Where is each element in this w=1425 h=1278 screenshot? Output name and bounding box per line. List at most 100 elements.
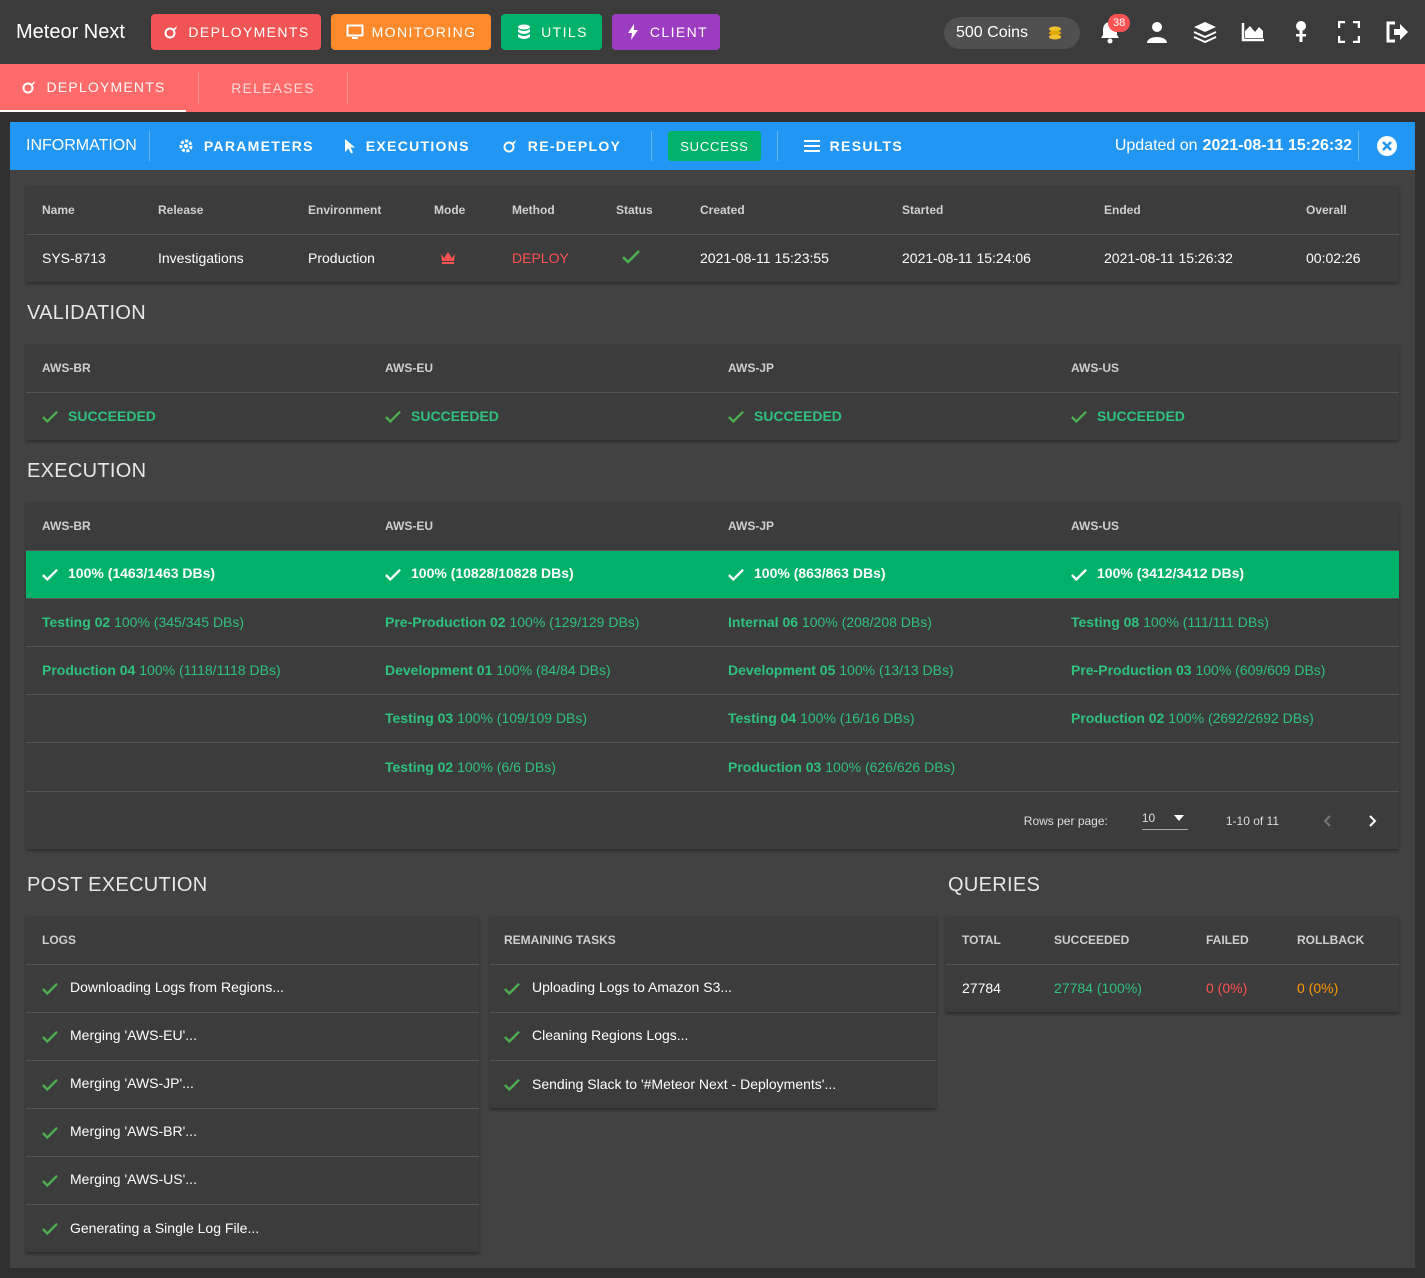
close-button[interactable] xyxy=(1377,136,1397,156)
environment-progress: 100% (109/109 DBs) xyxy=(457,710,588,726)
col-name: Name xyxy=(26,186,142,235)
execution-cell: Internal 06 100% (208/208 DBs) xyxy=(712,598,1055,647)
environment-progress: 100% (2692/2692 DBs) xyxy=(1168,710,1314,726)
validation-cell: SUCCEEDED xyxy=(369,392,712,440)
table-row: Testing 02 100% (6/6 DBs) Production 03 … xyxy=(26,742,1399,792)
execution-total: 100% (863/863 DBs) xyxy=(754,565,886,582)
col-environment: Environment xyxy=(292,186,418,235)
nav-client-button[interactable]: Client xyxy=(612,14,720,50)
log-text: Merging 'AWS-EU'... xyxy=(70,1027,197,1044)
section-tabs: Deployments Releases xyxy=(0,64,1425,112)
notifications-button[interactable]: 38 xyxy=(1094,14,1131,48)
environment-name: Testing 03 xyxy=(385,710,454,726)
rocket-icon xyxy=(21,79,37,95)
environment-progress: 100% (111/111 DBs) xyxy=(1143,614,1269,630)
remaining-tasks-table: REMAINING TASKS Uploading Logs to Amazon… xyxy=(490,916,936,1108)
table-row: SYS-8713 Investigations Production DEPLO… xyxy=(26,234,1399,282)
rows-per-page-select[interactable]: 10 xyxy=(1141,811,1188,830)
col-failed: FAILED xyxy=(1190,916,1281,965)
col-method: Method xyxy=(496,186,600,235)
close-circle-icon xyxy=(1377,136,1397,156)
queries-rollback: 0 (0%) xyxy=(1297,980,1339,997)
environment-name: Development 05 xyxy=(728,662,836,678)
table-header-row: AWS-BR AWS-EU AWS-JP AWS-US xyxy=(26,344,1399,393)
nav-utils-button[interactable]: Utils xyxy=(501,14,602,50)
queries-failed: 0 (0%) xyxy=(1206,980,1248,997)
table-header-row: LOGS xyxy=(26,916,479,965)
bolt-icon xyxy=(624,23,642,41)
nav-deployments-button[interactable]: Deployments xyxy=(151,14,321,50)
col-status: Status xyxy=(600,186,684,235)
tab-deployments[interactable]: Deployments xyxy=(0,64,186,112)
task-cell: Cleaning Regions Logs... xyxy=(490,1012,936,1061)
redeploy-button[interactable]: RE-DEPLOY xyxy=(490,128,633,164)
validation-status: SUCCEEDED xyxy=(411,407,499,424)
info-table: Name Release Environment Mode Method Sta… xyxy=(26,186,1399,282)
toolbar-divider xyxy=(148,131,150,161)
table-header-row: REMAINING TASKS xyxy=(490,916,936,965)
col-started: Started xyxy=(886,186,1088,235)
list-item: Downloading Logs from Regions... xyxy=(26,964,479,1013)
next-page-button[interactable] xyxy=(1369,814,1377,827)
rows-per-page-label: Rows per page: xyxy=(1023,813,1108,828)
check-icon xyxy=(1071,568,1087,581)
layers-icon xyxy=(1193,22,1217,43)
redeploy-label: RE-DEPLOY xyxy=(527,138,622,154)
col-overall: Overall xyxy=(1290,186,1399,235)
tasks-header: REMAINING TASKS xyxy=(490,916,936,965)
check-icon xyxy=(42,568,58,581)
pin-button[interactable] xyxy=(1285,16,1317,48)
results-button[interactable]: RESULTS xyxy=(792,128,915,164)
executions-label: EXECUTIONS xyxy=(365,138,470,154)
table-header-row: AWS-BR AWS-EU AWS-JP AWS-US xyxy=(26,502,1399,551)
nav-monitoring-button[interactable]: Monitoring xyxy=(331,14,491,50)
table-header-row: Name Release Environment Mode Method Sta… xyxy=(26,186,1399,235)
task-text: Sending Slack to '#Meteor Next - Deploym… xyxy=(532,1075,837,1092)
queries-total: 27784 xyxy=(962,980,1001,997)
updated-on: Updated on 2021-08-11 15:26:32 xyxy=(1115,122,1352,170)
parameters-button[interactable]: PARAMETERS xyxy=(166,128,326,164)
execution-cell: Production 02 100% (2692/2692 DBs) xyxy=(1055,694,1399,743)
log-cell: Merging 'AWS-BR'... xyxy=(26,1108,479,1157)
validation-cell: SUCCEEDED xyxy=(26,392,369,440)
layers-button[interactable] xyxy=(1189,16,1221,48)
analytics-button[interactable] xyxy=(1237,16,1269,48)
logout-button[interactable] xyxy=(1381,16,1413,48)
execution-cell xyxy=(26,694,369,743)
environment-name: Production 03 xyxy=(728,758,822,775)
environment-progress: 100% (609/609 DBs) xyxy=(1195,662,1326,678)
executions-button[interactable]: EXECUTIONS xyxy=(332,128,482,164)
execution-card: AWS-BR AWS-EU AWS-JP AWS-US 100% (1463/1… xyxy=(26,502,1399,849)
execution-cell: Testing 02 100% (345/345 DBs) xyxy=(26,598,369,647)
col-created: Created xyxy=(684,186,886,235)
execution-cell: Testing 02 100% (6/6 DBs) xyxy=(369,742,712,792)
app-bar: Meteor Next Deployments Monitoring Utils… xyxy=(0,0,1425,64)
post-execution-title: POST EXECUTION xyxy=(27,874,208,896)
check-icon xyxy=(504,1030,520,1043)
tab-divider xyxy=(347,72,348,104)
check-icon xyxy=(42,982,58,995)
toolbar-divider xyxy=(776,131,778,161)
coins-badge[interactable]: 500 Coins xyxy=(944,17,1080,49)
tab-deployments-label: Deployments xyxy=(46,79,166,95)
execution-total-cell: 100% (863/863 DBs) xyxy=(712,550,1055,599)
nav-utils-label: Utils xyxy=(541,24,588,40)
execution-title: EXECUTION xyxy=(27,460,147,482)
execution-cell: Pre-Production 02 100% (129/129 DBs) xyxy=(369,598,712,647)
queries-title: QUERIES xyxy=(948,874,1041,896)
log-cell: Downloading Logs from Regions... xyxy=(26,964,479,1013)
execution-cell: Testing 08 100% (111/111 DBs) xyxy=(1055,598,1399,647)
rocket-icon xyxy=(162,23,180,41)
list-item: Generating a Single Log File... xyxy=(26,1204,479,1252)
coins-label: 500 Coins xyxy=(956,24,1029,41)
prev-page-button[interactable] xyxy=(1323,814,1331,827)
validation-cell: SUCCEEDED xyxy=(712,392,1055,440)
profile-button[interactable] xyxy=(1141,16,1173,48)
chevron-right-icon xyxy=(1369,814,1377,827)
table-header-row: TOTAL SUCCEEDED FAILED ROLLBACK xyxy=(946,916,1399,965)
deployment-panel: INFORMATION PARAMETERS EXECUTIONS RE-DEP… xyxy=(10,122,1415,1268)
fullscreen-button[interactable] xyxy=(1333,16,1365,48)
col-total: TOTAL xyxy=(946,916,1038,965)
status-success-badge[interactable]: SUCCESS xyxy=(668,131,761,161)
tab-releases[interactable]: Releases xyxy=(199,64,347,112)
